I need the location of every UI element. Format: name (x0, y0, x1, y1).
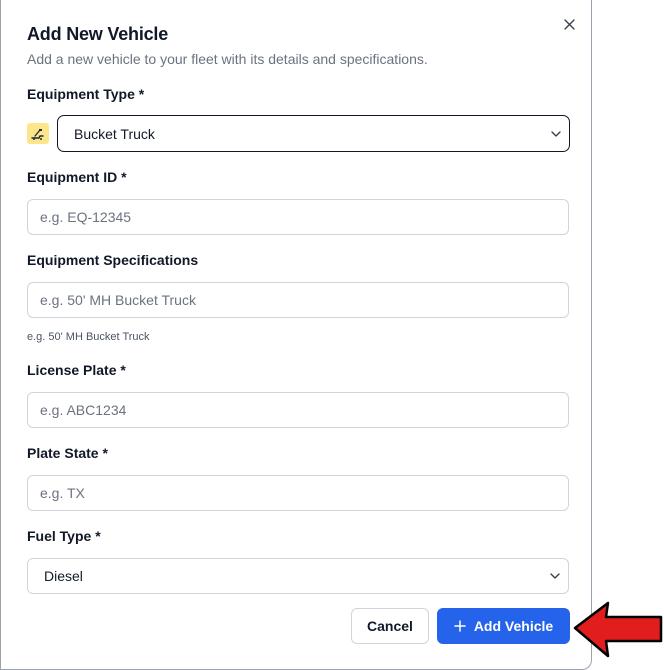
add-vehicle-button[interactable]: Add Vehicle (437, 608, 570, 644)
equipment-specs-input[interactable] (27, 282, 569, 318)
license-plate-label: License Plate * (27, 362, 126, 378)
close-icon (563, 18, 575, 30)
equipment-specs-label: Equipment Specifications (27, 252, 199, 268)
add-vehicle-dialog: Add New Vehicle Add a new vehicle to you… (0, 0, 592, 670)
cancel-button[interactable]: Cancel (351, 608, 429, 644)
dialog-subtitle: Add a new vehicle to your fleet with its… (27, 51, 428, 67)
plate-state-label: Plate State * (27, 445, 108, 461)
equipment-id-input[interactable] (27, 199, 569, 235)
equipment-specs-helper: e.g. 50' MH Bucket Truck (27, 331, 150, 343)
annotation-arrow-icon (573, 601, 663, 658)
equipment-id-label: Equipment ID * (27, 169, 127, 185)
dialog-title: Add New Vehicle (27, 24, 169, 44)
equipment-type-label: Equipment Type * (27, 86, 145, 102)
equipment-type-value: Bucket Truck (74, 125, 155, 142)
add-vehicle-label: Add Vehicle (473, 618, 554, 634)
chevron-down-icon (550, 573, 560, 579)
fuel-type-value: Diesel (44, 568, 83, 584)
close-button[interactable] (559, 14, 579, 34)
bucket-truck-icon (27, 123, 49, 144)
screen: Add New Vehicle Add a new vehicle to you… (0, 0, 664, 670)
plate-state-input[interactable] (27, 475, 569, 511)
chevron-down-icon (551, 130, 561, 137)
plus-icon (454, 620, 466, 632)
fuel-type-select[interactable]: Diesel (27, 558, 569, 594)
fuel-type-label: Fuel Type * (27, 528, 101, 544)
license-plate-input[interactable] (27, 392, 569, 428)
equipment-type-select[interactable]: Bucket Truck (57, 115, 570, 152)
